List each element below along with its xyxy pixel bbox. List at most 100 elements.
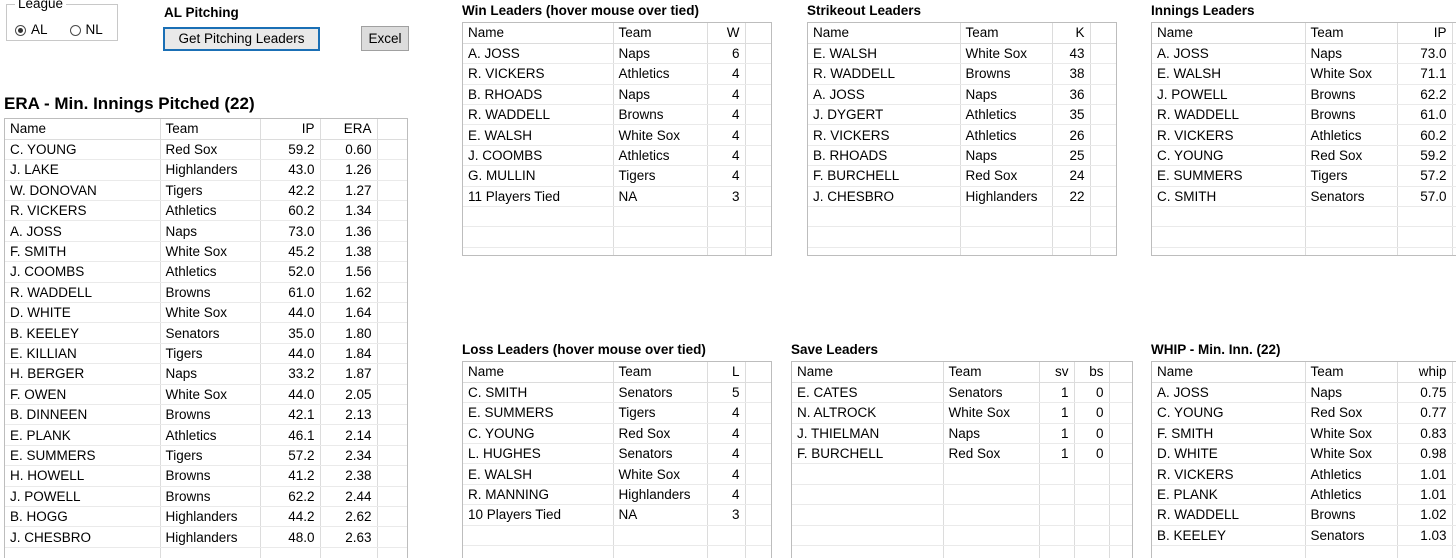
panel-strikeouts-grid-wrap[interactable]: Name Team K E. WALSH White Sox 43 R. WADDELL Br… [807, 22, 1117, 256]
table-row-empty[interactable] [463, 525, 771, 547]
table-row[interactable]: R. VICKERS Athletics 60.2 [1152, 124, 1456, 146]
column-header[interactable]: Team [943, 362, 1040, 383]
column-header[interactable]: W [707, 23, 746, 44]
table-row[interactable]: F. OWEN White Sox 44.0 2.05 [5, 384, 407, 405]
table-row[interactable]: C. YOUNG Red Sox 0.77 [1152, 402, 1456, 424]
table-row[interactable]: R. WADDELL Browns 1.02 [1152, 504, 1456, 526]
table-row[interactable]: D. WHITE White Sox 0.98 [1152, 443, 1456, 465]
column-header[interactable]: IP [1397, 23, 1453, 44]
table-row[interactable]: R. WADDELL Browns 61.0 1.62 [5, 282, 407, 304]
table-row[interactable]: E. PLANK Athletics 46.1 2.14 [5, 424, 407, 446]
table-row[interactable]: E. SUMMERS Tigers 57.2 [1152, 165, 1456, 187]
table-row[interactable]: H. BERGER Naps 33.2 1.87 [5, 363, 407, 385]
table-row-empty[interactable] [808, 247, 1116, 255]
table-row[interactable]: C. SMITH Senators 57.0 [1152, 186, 1456, 208]
table-row[interactable]: D. WHITE White Sox 44.0 1.64 [5, 302, 407, 324]
table-row[interactable]: L. HUGHES Senators 4 [463, 443, 771, 465]
column-header[interactable] [745, 23, 771, 44]
table-row-empty[interactable] [808, 206, 1116, 228]
table-row-empty[interactable] [463, 206, 771, 228]
table-row[interactable]: F. SMITH White Sox 45.2 1.38 [5, 241, 407, 263]
column-header[interactable]: Team [960, 23, 1053, 44]
column-header[interactable]: Name [5, 119, 161, 140]
table-row[interactable]: A. JOSS Naps 0.75 [1152, 382, 1456, 404]
panel-innings-grid-wrap[interactable]: Name Team IP A. JOSS Naps 73.0 E. WALSH White S… [1151, 22, 1456, 256]
table-row[interactable]: C. YOUNG Red Sox 4 [463, 423, 771, 445]
column-header[interactable]: K [1052, 23, 1091, 44]
table-row-empty[interactable] [792, 525, 1132, 547]
table-row-empty[interactable] [1152, 247, 1456, 255]
column-header[interactable]: Team [160, 119, 261, 140]
table-row[interactable]: H. HOWELL Browns 41.2 2.38 [5, 465, 407, 487]
table-row[interactable]: R. VICKERS Athletics 1.01 [1152, 463, 1456, 485]
table-row-empty[interactable] [5, 547, 407, 558]
table-row[interactable]: J. LAKE Highlanders 43.0 1.26 [5, 159, 407, 181]
table-row[interactable]: N. ALTROCK White Sox 1 0 [792, 402, 1132, 424]
table-row[interactable]: E. CATES Senators 1 0 [792, 382, 1132, 404]
panel-whip-grid-wrap[interactable]: Name Team whip A. JOSS Naps 0.75 C. YOUNG Red S… [1151, 361, 1456, 558]
table-row[interactable]: W. DONOVAN Tigers 42.2 1.27 [5, 180, 407, 202]
radio-option-nl[interactable]: NL [69, 23, 103, 37]
column-header[interactable]: Team [613, 362, 708, 383]
column-header[interactable]: whip [1397, 362, 1453, 383]
table-row[interactable]: J. THIELMAN Naps 1 0 [792, 423, 1132, 445]
column-header[interactable]: Team [613, 23, 708, 44]
table-row[interactable]: C. YOUNG Red Sox 59.2 0.60 [5, 139, 407, 161]
table-row[interactable]: C. YOUNG Red Sox 59.2 [1152, 145, 1456, 167]
table-row[interactable]: E. KILLIAN Tigers 44.0 1.84 [5, 343, 407, 365]
panel-era-grid-wrap[interactable]: Name Team IP ERA C. YOUNG Red Sox 59.2 0.60 J. L… [4, 118, 408, 558]
table-row[interactable]: A. JOSS Naps 73.0 [1152, 43, 1456, 65]
column-header[interactable] [1452, 362, 1456, 383]
table-row[interactable]: E. SUMMERS Tigers 4 [463, 402, 771, 424]
table-row-empty[interactable] [792, 504, 1132, 526]
column-header[interactable]: Name [792, 362, 944, 383]
table-row[interactable]: F. SMITH White Sox 0.83 [1152, 423, 1456, 445]
table-row[interactable]: A. JOSS Naps 73.0 1.36 [5, 220, 407, 242]
table-row[interactable]: 10 Players Tied NA 3 [463, 504, 771, 526]
radio-al-icon[interactable] [15, 24, 26, 36]
radio-nl-icon[interactable] [69, 24, 81, 36]
table-row[interactable]: B. KEELEY Senators 1.03 [1152, 525, 1456, 547]
table-row[interactable]: J. DYGERT Athletics 35 [808, 104, 1116, 126]
table-row[interactable]: E. WALSH White Sox 4 [463, 124, 771, 146]
table-row-empty[interactable] [792, 484, 1132, 506]
table-row[interactable]: E. WALSH White Sox 43 [808, 43, 1116, 65]
table-row[interactable]: R. WADDELL Browns 38 [808, 63, 1116, 85]
table-row[interactable]: J. POWELL Browns 62.2 2.44 [5, 486, 407, 507]
table-row[interactable]: R. VICKERS Athletics 4 [463, 63, 771, 85]
table-row[interactable]: J. POWELL Browns 62.2 [1152, 84, 1456, 106]
column-header[interactable]: bs [1074, 362, 1110, 383]
column-header[interactable]: L [707, 362, 746, 383]
table-row[interactable]: B. RHOADS Naps 4 [463, 84, 771, 106]
table-row-empty[interactable] [808, 226, 1116, 248]
table-row[interactable]: E. SUMMERS Tigers 57.2 2.34 [5, 445, 407, 467]
table-row[interactable]: 11 Players Tied NA 3 [463, 186, 771, 208]
table-row[interactable]: A. JOSS Naps 6 [463, 43, 771, 65]
panel-saves-grid-wrap[interactable]: Name Team sv bs E. CATES Senators 1 0 N. ALTROCK… [791, 361, 1133, 558]
get-pitching-leaders-button[interactable]: Get Pitching Leaders [163, 27, 320, 51]
table-row[interactable]: R. VICKERS Athletics 60.2 1.34 [5, 200, 407, 222]
column-header[interactable]: Name [1152, 362, 1306, 383]
column-header[interactable] [1452, 23, 1456, 44]
column-header[interactable] [1090, 23, 1116, 44]
column-header[interactable] [377, 119, 407, 140]
table-row-empty[interactable] [1152, 226, 1456, 248]
table-row[interactable]: J. CHESBRO Highlanders 48.0 2.63 [5, 526, 407, 548]
table-row[interactable]: E. WALSH White Sox 4 [463, 463, 771, 485]
table-row[interactable]: B. KEELEY Senators 35.0 1.80 [5, 322, 407, 344]
column-header[interactable]: IP [260, 119, 321, 140]
column-header[interactable]: Name [463, 23, 614, 44]
table-row[interactable]: F. BURCHELL Red Sox 24 [808, 165, 1116, 187]
table-row-empty[interactable] [1152, 545, 1456, 558]
column-header[interactable]: Name [463, 362, 614, 383]
table-row[interactable]: B. RHOADS Naps 25 [808, 145, 1116, 167]
column-header[interactable]: ERA [320, 119, 378, 140]
table-row[interactable]: J. CHESBRO Highlanders 22 [808, 186, 1116, 208]
table-row[interactable]: R. WADDELL Browns 61.0 [1152, 104, 1456, 126]
column-header[interactable] [1109, 362, 1132, 383]
column-header[interactable]: Team [1305, 23, 1398, 44]
table-row[interactable]: E. WALSH White Sox 71.1 [1152, 63, 1456, 85]
table-row-empty[interactable] [792, 545, 1132, 558]
column-header[interactable]: Name [808, 23, 961, 44]
table-row[interactable]: J. COOMBS Athletics 4 [463, 145, 771, 167]
